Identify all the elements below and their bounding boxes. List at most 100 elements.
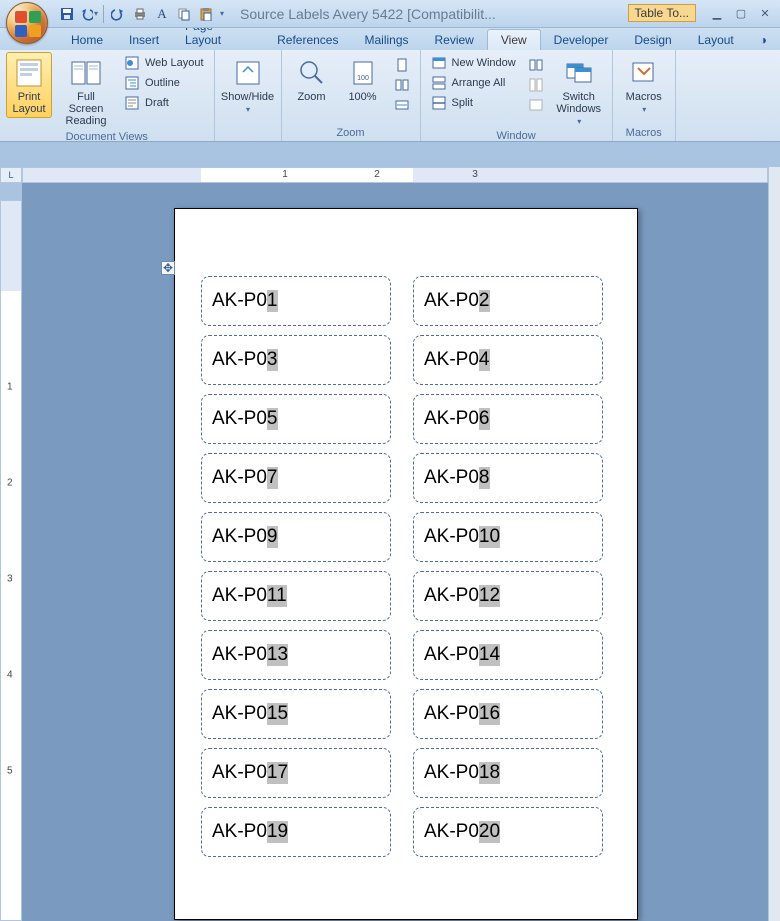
qat-customize-icon[interactable]: ▾: [220, 9, 224, 18]
two-pages-icon: [394, 77, 410, 93]
split-icon: [431, 95, 447, 111]
label-cell[interactable]: AK-P015: [201, 689, 391, 739]
window-title: Source Labels Avery 5422 [Compatibilit..…: [240, 6, 496, 22]
tab-review[interactable]: Review: [422, 30, 487, 50]
tab-design[interactable]: Design: [621, 30, 684, 50]
tab-home[interactable]: Home: [58, 30, 116, 50]
undo-icon[interactable]: ▾: [80, 5, 98, 23]
label-cell[interactable]: AK-P019: [201, 807, 391, 857]
label-cell[interactable]: AK-P07: [201, 453, 391, 503]
print-layout-label: Print Layout: [12, 91, 45, 115]
save-icon[interactable]: [58, 5, 76, 23]
label-cell[interactable]: AK-P01: [201, 276, 391, 326]
table-move-handle-icon[interactable]: ✥: [161, 261, 175, 275]
label-cell[interactable]: AK-P06: [413, 394, 603, 444]
tab-view[interactable]: View: [487, 29, 541, 50]
minimize-icon[interactable]: ▁: [706, 4, 728, 22]
copy-icon[interactable]: [175, 5, 193, 23]
zoom-button[interactable]: Zoom: [288, 52, 336, 106]
arrange-all-button[interactable]: Arrange All: [427, 74, 520, 92]
draft-icon: [124, 95, 140, 111]
sync-scroll-button[interactable]: [524, 76, 548, 94]
ribbon: Print Layout Full Screen Reading Web Lay…: [0, 50, 780, 142]
show-hide-label: Show/Hide: [221, 91, 274, 103]
ribbon-tabs: Home Insert Page Layout References Maili…: [0, 28, 780, 50]
label-cell[interactable]: AK-P09: [201, 512, 391, 562]
chevron-down-icon: ▾: [577, 117, 581, 126]
group-label-show-hide: [221, 126, 275, 141]
label-cell[interactable]: AK-P013: [201, 630, 391, 680]
label-cell[interactable]: AK-P04: [413, 335, 603, 385]
label-cell[interactable]: AK-P02: [413, 276, 603, 326]
new-window-button[interactable]: New Window: [427, 54, 520, 72]
document-area[interactable]: ✥ AK-P01AK-P03AK-P05AK-P07AK-P09AK-P011A…: [22, 183, 768, 921]
ruler-corner[interactable]: L: [0, 167, 22, 183]
print-layout-icon: [13, 57, 45, 89]
two-pages-button[interactable]: [390, 76, 414, 94]
split-button[interactable]: Split: [427, 94, 520, 112]
full-screen-icon: [70, 57, 102, 89]
quickprint-icon[interactable]: [131, 5, 149, 23]
label-cell[interactable]: AK-P03: [201, 335, 391, 385]
one-page-button[interactable]: [390, 56, 414, 74]
vertical-ruler[interactable]: 1 2 3 4 5: [0, 200, 22, 921]
label-cell[interactable]: AK-P08: [413, 453, 603, 503]
label-cell[interactable]: AK-P020: [413, 807, 603, 857]
print-layout-button[interactable]: Print Layout: [6, 52, 52, 118]
page[interactable]: ✥ AK-P01AK-P03AK-P05AK-P07AK-P09AK-P011A…: [174, 208, 638, 920]
font-icon[interactable]: A: [153, 5, 171, 23]
label-cell[interactable]: AK-P018: [413, 748, 603, 798]
group-macros: Macros ▾ Macros: [613, 50, 676, 141]
reset-window-button[interactable]: [524, 96, 548, 114]
tab-insert[interactable]: Insert: [116, 30, 172, 50]
label-cell[interactable]: AK-P012: [413, 571, 603, 621]
label-cell[interactable]: AK-P017: [201, 748, 391, 798]
show-hide-button[interactable]: Show/Hide ▾: [221, 52, 275, 117]
tab-references[interactable]: References: [264, 30, 351, 50]
group-window: New Window Arrange All Split: [421, 50, 613, 141]
vertical-scrollbar[interactable]: [768, 167, 780, 921]
restore-icon[interactable]: ▢: [730, 4, 752, 22]
switch-windows-button[interactable]: Switch Windows ▾: [552, 52, 606, 129]
full-screen-reading-button[interactable]: Full Screen Reading: [56, 52, 116, 130]
label-cell[interactable]: AK-P014: [413, 630, 603, 680]
group-label-macros: Macros: [619, 126, 669, 141]
contextual-tab-table-tools[interactable]: Table To...: [628, 4, 696, 22]
horizontal-ruler[interactable]: 1 2 3: [22, 167, 768, 183]
tab-developer[interactable]: Developer: [541, 30, 622, 50]
outline-button[interactable]: Outline: [120, 74, 208, 92]
sync-scroll-icon: [528, 77, 544, 93]
side-by-side-icon: [528, 57, 544, 73]
label-cell[interactable]: AK-P05: [201, 394, 391, 444]
zoom-100-button[interactable]: 100 100%: [340, 52, 386, 106]
full-screen-label: Full Screen Reading: [63, 91, 109, 127]
draft-button[interactable]: Draft: [120, 94, 208, 112]
office-button[interactable]: [6, 2, 48, 44]
view-side-by-side-button[interactable]: [524, 56, 548, 74]
paste-icon[interactable]: [197, 5, 215, 23]
new-window-icon: [431, 55, 447, 71]
label-cell[interactable]: AK-P010: [413, 512, 603, 562]
group-label-window: Window: [427, 129, 606, 144]
label-table: AK-P01 AK-P03 AK-P05 AK-P07 AK-P09 AK-P011 AK-…: [201, 276, 603, 857]
tab-mailings[interactable]: Mailings: [351, 30, 421, 50]
page-width-button[interactable]: [390, 96, 414, 114]
tab-layout[interactable]: Layout: [685, 30, 747, 50]
close-icon[interactable]: ✕: [754, 4, 776, 22]
macros-button[interactable]: Macros ▾: [619, 52, 669, 117]
redo-icon[interactable]: [109, 5, 127, 23]
help-icon[interactable]: ◑: [747, 30, 780, 50]
chevron-down-icon: ▾: [246, 105, 250, 114]
quick-access-toolbar: ▾ A ▾: [58, 5, 224, 23]
label-cell[interactable]: AK-P016: [413, 689, 603, 739]
reset-window-icon: [528, 97, 544, 113]
web-layout-icon: [124, 55, 140, 71]
show-hide-icon: [232, 57, 264, 89]
group-zoom: Zoom 100 100% Zoom: [282, 50, 421, 141]
web-layout-button[interactable]: Web Layout: [120, 54, 208, 72]
label-cell[interactable]: AK-P011: [201, 571, 391, 621]
macros-icon: [628, 57, 660, 89]
zoom-100-icon: 100: [347, 57, 379, 89]
switch-windows-icon: [563, 57, 595, 89]
chevron-down-icon: ▾: [642, 105, 646, 114]
